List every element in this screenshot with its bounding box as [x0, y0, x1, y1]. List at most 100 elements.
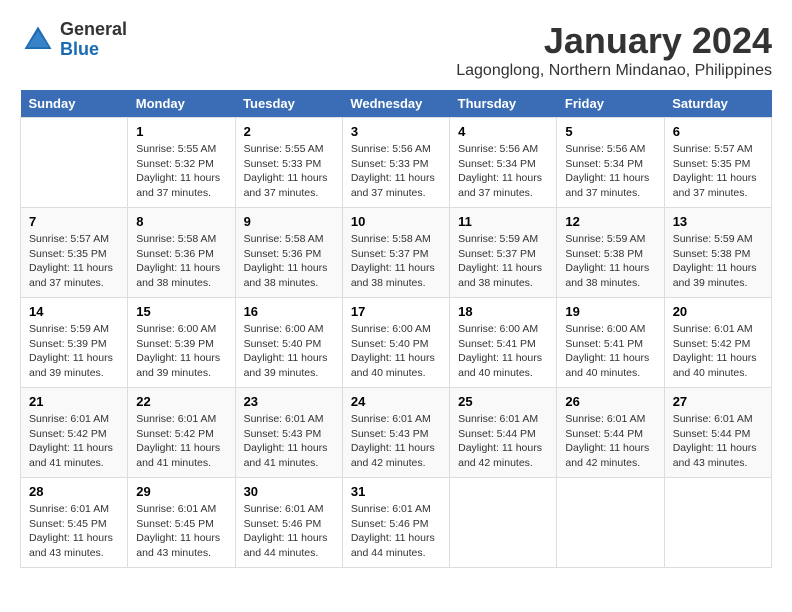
weekday-header-thursday: Thursday: [450, 90, 557, 118]
weekday-header-sunday: Sunday: [21, 90, 128, 118]
calendar-cell: 29 Sunrise: 6:01 AMSunset: 5:45 PMDayligh…: [128, 478, 235, 568]
day-info: Sunrise: 6:00 AMSunset: 5:41 PMDaylight:…: [565, 322, 655, 381]
day-info: Sunrise: 6:00 AMSunset: 5:41 PMDaylight:…: [458, 322, 548, 381]
day-info: Sunrise: 6:01 AMSunset: 5:44 PMDaylight:…: [565, 412, 655, 471]
title-block: January 2024 Lagonglong, Northern Mindan…: [456, 20, 772, 80]
day-number: 18: [458, 304, 548, 319]
day-number: 2: [244, 124, 334, 139]
calendar-header: SundayMondayTuesdayWednesdayThursdayFrid…: [21, 90, 772, 118]
calendar-cell: 17Sunrise: 6:00 AMSunset: 5:40 PMDayligh…: [342, 298, 449, 388]
calendar-cell: 15 Sunrise: 6:00 AMSunset: 5:39 PMDayligh…: [128, 298, 235, 388]
weekday-header-wednesday: Wednesday: [342, 90, 449, 118]
calendar-cell: 16Sunrise: 6:00 AMSunset: 5:40 PMDayligh…: [235, 298, 342, 388]
page-header: General Blue January 2024 Lagonglong, No…: [20, 20, 772, 80]
day-number: 4: [458, 124, 548, 139]
day-info: Sunrise: 6:01 AMSunset: 5:44 PMDaylight:…: [673, 412, 763, 471]
day-info: Sunrise: 6:01 AMSunset: 5:46 PMDaylight:…: [351, 502, 441, 561]
day-info: Sunrise: 5:57 AMSunset: 5:35 PMDaylight:…: [29, 232, 119, 291]
day-info: Sunrise: 6:01 AMSunset: 5:44 PMDaylight:…: [458, 412, 548, 471]
calendar-cell: 5 Sunrise: 5:56 AMSunset: 5:34 PMDaylight…: [557, 118, 664, 208]
day-info: Sunrise: 6:00 AMSunset: 5:39 PMDaylight:…: [136, 322, 226, 381]
day-info: Sunrise: 5:55 AMSunset: 5:32 PMDaylight:…: [136, 142, 226, 201]
calendar-cell: 11Sunrise: 5:59 AMSunset: 5:37 PMDayligh…: [450, 208, 557, 298]
calendar-cell: 30 Sunrise: 6:01 AMSunset: 5:46 PMDayligh…: [235, 478, 342, 568]
day-number: 14: [29, 304, 119, 319]
day-number: 24: [351, 394, 441, 409]
day-number: 16: [244, 304, 334, 319]
calendar-cell: 26 Sunrise: 6:01 AMSunset: 5:44 PMDayligh…: [557, 388, 664, 478]
day-info: Sunrise: 6:01 AMSunset: 5:46 PMDaylight:…: [244, 502, 334, 561]
calendar-week-4: 21Sunrise: 6:01 AMSunset: 5:42 PMDayligh…: [21, 388, 772, 478]
calendar-cell: 9Sunrise: 5:58 AMSunset: 5:36 PMDaylight…: [235, 208, 342, 298]
day-info: Sunrise: 5:56 AMSunset: 5:34 PMDaylight:…: [458, 142, 548, 201]
calendar-cell: 23 Sunrise: 6:01 AMSunset: 5:43 PMDayligh…: [235, 388, 342, 478]
calendar-cell: 12 Sunrise: 5:59 AMSunset: 5:38 PMDayligh…: [557, 208, 664, 298]
calendar-cell: 20 Sunrise: 6:01 AMSunset: 5:42 PMDayligh…: [664, 298, 771, 388]
day-info: Sunrise: 5:57 AMSunset: 5:35 PMDaylight:…: [673, 142, 763, 201]
day-number: 15: [136, 304, 226, 319]
day-number: 17: [351, 304, 441, 319]
day-info: Sunrise: 6:01 AMSunset: 5:42 PMDaylight:…: [673, 322, 763, 381]
calendar-cell: 8 Sunrise: 5:58 AMSunset: 5:36 PMDaylight…: [128, 208, 235, 298]
weekday-header-monday: Monday: [128, 90, 235, 118]
calendar-week-3: 14 Sunrise: 5:59 AMSunset: 5:39 PMDayligh…: [21, 298, 772, 388]
calendar-cell: 25 Sunrise: 6:01 AMSunset: 5:44 PMDayligh…: [450, 388, 557, 478]
day-info: Sunrise: 6:01 AMSunset: 5:45 PMDaylight:…: [29, 502, 119, 561]
day-number: 26: [565, 394, 655, 409]
logo-text: General Blue: [60, 20, 127, 60]
calendar-cell: 10Sunrise: 5:58 AMSunset: 5:37 PMDayligh…: [342, 208, 449, 298]
day-info: Sunrise: 6:01 AMSunset: 5:43 PMDaylight:…: [351, 412, 441, 471]
day-number: 1: [136, 124, 226, 139]
logo-general-text: General: [60, 20, 127, 40]
calendar-cell: 22Sunrise: 6:01 AMSunset: 5:42 PMDayligh…: [128, 388, 235, 478]
logo-icon: [20, 22, 56, 58]
calendar-body: 1 Sunrise: 5:55 AMSunset: 5:32 PMDaylight…: [21, 118, 772, 568]
weekday-header-saturday: Saturday: [664, 90, 771, 118]
calendar-cell: 28 Sunrise: 6:01 AMSunset: 5:45 PMDayligh…: [21, 478, 128, 568]
calendar-cell: 21Sunrise: 6:01 AMSunset: 5:42 PMDayligh…: [21, 388, 128, 478]
location-text: Lagonglong, Northern Mindanao, Philippin…: [456, 62, 772, 80]
calendar-week-5: 28 Sunrise: 6:01 AMSunset: 5:45 PMDayligh…: [21, 478, 772, 568]
day-number: 31: [351, 484, 441, 499]
weekday-header-tuesday: Tuesday: [235, 90, 342, 118]
calendar-cell: 19 Sunrise: 6:00 AMSunset: 5:41 PMDayligh…: [557, 298, 664, 388]
day-number: 28: [29, 484, 119, 499]
day-info: Sunrise: 5:59 AMSunset: 5:37 PMDaylight:…: [458, 232, 548, 291]
day-info: Sunrise: 5:56 AMSunset: 5:34 PMDaylight:…: [565, 142, 655, 201]
day-info: Sunrise: 5:59 AMSunset: 5:39 PMDaylight:…: [29, 322, 119, 381]
day-number: 30: [244, 484, 334, 499]
day-number: 20: [673, 304, 763, 319]
day-number: 19: [565, 304, 655, 319]
day-info: Sunrise: 6:01 AMSunset: 5:43 PMDaylight:…: [244, 412, 334, 471]
day-number: 3: [351, 124, 441, 139]
calendar-cell: 3Sunrise: 5:56 AMSunset: 5:33 PMDaylight…: [342, 118, 449, 208]
calendar-cell: 18 Sunrise: 6:00 AMSunset: 5:41 PMDayligh…: [450, 298, 557, 388]
logo-blue-text: Blue: [60, 40, 127, 60]
day-info: Sunrise: 5:59 AMSunset: 5:38 PMDaylight:…: [673, 232, 763, 291]
day-info: Sunrise: 6:01 AMSunset: 5:42 PMDaylight:…: [29, 412, 119, 471]
day-number: 8: [136, 214, 226, 229]
weekday-row: SundayMondayTuesdayWednesdayThursdayFrid…: [21, 90, 772, 118]
day-info: Sunrise: 6:01 AMSunset: 5:45 PMDaylight:…: [136, 502, 226, 561]
day-number: 22: [136, 394, 226, 409]
calendar-cell: 24 Sunrise: 6:01 AMSunset: 5:43 PMDayligh…: [342, 388, 449, 478]
day-number: 27: [673, 394, 763, 409]
day-number: 25: [458, 394, 548, 409]
calendar-cell: 13 Sunrise: 5:59 AMSunset: 5:38 PMDayligh…: [664, 208, 771, 298]
calendar-cell: [664, 478, 771, 568]
day-number: 5: [565, 124, 655, 139]
day-number: 23: [244, 394, 334, 409]
day-number: 12: [565, 214, 655, 229]
day-info: Sunrise: 5:58 AMSunset: 5:36 PMDaylight:…: [136, 232, 226, 291]
calendar-table: SundayMondayTuesdayWednesdayThursdayFrid…: [20, 90, 772, 568]
calendar-week-1: 1 Sunrise: 5:55 AMSunset: 5:32 PMDaylight…: [21, 118, 772, 208]
calendar-cell: 7Sunrise: 5:57 AMSunset: 5:35 PMDaylight…: [21, 208, 128, 298]
day-number: 10: [351, 214, 441, 229]
day-info: Sunrise: 5:55 AMSunset: 5:33 PMDaylight:…: [244, 142, 334, 201]
calendar-cell: [21, 118, 128, 208]
calendar-cell: 4 Sunrise: 5:56 AMSunset: 5:34 PMDaylight…: [450, 118, 557, 208]
calendar-cell: 27 Sunrise: 6:01 AMSunset: 5:44 PMDayligh…: [664, 388, 771, 478]
day-number: 13: [673, 214, 763, 229]
day-info: Sunrise: 5:59 AMSunset: 5:38 PMDaylight:…: [565, 232, 655, 291]
day-number: 29: [136, 484, 226, 499]
